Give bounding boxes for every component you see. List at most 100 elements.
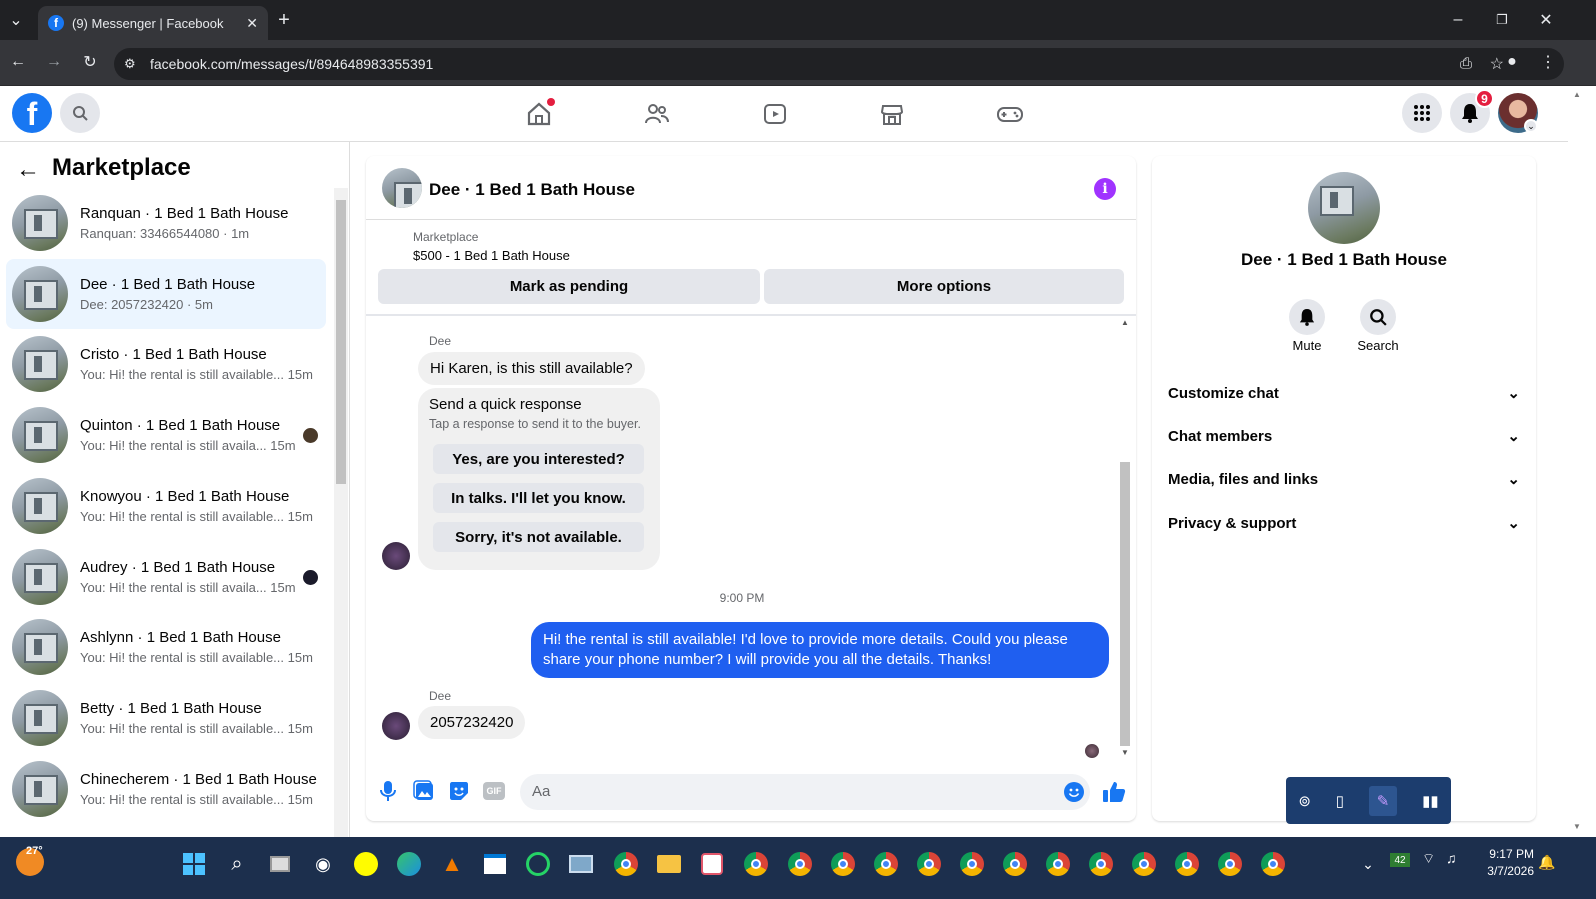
menu-button[interactable] — [1402, 93, 1442, 133]
chrome-icon[interactable] — [612, 850, 640, 878]
more-options-button[interactable]: More options — [764, 269, 1124, 304]
quick-reply-yes[interactable]: Yes, are you interested? — [433, 444, 644, 474]
conversation-item[interactable]: Knowyou · 1 Bed 1 Bath House You: Hi! the… — [6, 471, 326, 541]
privacy-support-section[interactable]: Privacy & support ⌄ — [1168, 503, 1520, 543]
conversation-item[interactable]: Ranquan · 1 Bed 1 Bath House Ranquan: 334… — [6, 188, 326, 258]
store-icon[interactable] — [481, 850, 509, 878]
quick-reply-in-talks[interactable]: In talks. I'll let you know. — [433, 483, 644, 513]
capture-icon[interactable]: ⊚ — [1298, 792, 1311, 810]
conversation-item[interactable]: Ashlynn · 1 Bed 1 Bath House You: Hi! the… — [6, 612, 326, 682]
clock-date[interactable]: 3/7/2026 — [1470, 864, 1534, 878]
conversation-item[interactable]: Quinton · 1 Bed 1 Bath House You: Hi! the… — [6, 400, 326, 470]
tab-list-icon[interactable]: ⌄ — [4, 8, 28, 32]
snapchat-icon[interactable] — [352, 850, 380, 878]
chrome-icon[interactable] — [1259, 850, 1287, 878]
chat-title[interactable]: Dee · 1 Bed 1 Bath House — [429, 180, 635, 200]
whatsapp-icon[interactable] — [524, 850, 552, 878]
edge-icon[interactable] — [395, 850, 423, 878]
nav-friends[interactable] — [601, 86, 713, 142]
conversation-item[interactable]: Chinecherem · 1 Bed 1 Bath House You: Hi!… — [6, 754, 326, 824]
message-input[interactable]: Aa — [520, 774, 1090, 810]
nav-gaming[interactable] — [954, 86, 1066, 142]
chat-scroll-up-icon[interactable]: ▲ — [1121, 318, 1129, 327]
volume-icon[interactable]: ♫ — [1446, 850, 1457, 866]
thumbs-up-icon[interactable] — [1102, 780, 1126, 804]
start-icon[interactable] — [180, 850, 208, 878]
chat-scrollbar[interactable]: ▲ ▼ — [1118, 316, 1132, 762]
quick-reply-not-available[interactable]: Sorry, it's not available. — [433, 522, 644, 552]
chrome-icon[interactable] — [1173, 850, 1201, 878]
conversation-item[interactable]: Betty · 1 Bed 1 Bath House You: Hi! the r… — [6, 683, 326, 753]
chrome-icon[interactable] — [958, 850, 986, 878]
message-bubble-outgoing[interactable]: Hi! the rental is still available! I'd l… — [531, 622, 1109, 678]
file-explorer-icon[interactable] — [655, 850, 683, 878]
notification-bell-icon[interactable]: 🔔 — [1538, 854, 1555, 871]
task-view-icon[interactable] — [266, 850, 294, 878]
url-field[interactable]: ⚙ facebook.com/messages/t/89464898335539… — [114, 48, 1564, 80]
pen-icon[interactable]: ✎ — [1368, 785, 1398, 816]
conversation-item[interactable]: Dee · 1 Bed 1 Bath House Dee: 2057232420 … — [6, 258, 326, 329]
chrome-menu-icon[interactable]: ⋮ — [1536, 50, 1560, 74]
window-close-icon[interactable]: ✕ — [1534, 8, 1558, 32]
chat-scrollbar-thumb[interactable] — [1120, 462, 1130, 746]
info-icon[interactable]: i — [1094, 178, 1116, 200]
facebook-logo-icon[interactable]: f — [12, 93, 52, 133]
new-tab-icon[interactable]: + — [272, 8, 296, 32]
message-bubble-incoming[interactable]: 2057232420 — [418, 706, 526, 739]
notifications-button[interactable]: 9 — [1450, 89, 1494, 133]
back-arrow-icon[interactable]: ← — [16, 156, 40, 184]
emoji-icon[interactable] — [1064, 782, 1084, 802]
profile-icon[interactable]: ● — [1500, 50, 1524, 74]
chrome-icon[interactable] — [742, 850, 770, 878]
chrome-icon[interactable] — [915, 850, 943, 878]
page-scrollbar[interactable]: ▲ ▼ — [1568, 86, 1596, 837]
site-info-icon[interactable]: ⚙ — [124, 56, 136, 72]
sender-avatar[interactable] — [382, 542, 410, 570]
browser-tab[interactable]: f (9) Messenger | Facebook ✕ — [38, 6, 268, 40]
chat-scroll-down-icon[interactable]: ▼ — [1121, 748, 1129, 757]
tray-overflow-icon[interactable]: ⌄ — [1354, 850, 1382, 878]
search-in-chat-button[interactable] — [1360, 299, 1396, 335]
account-avatar[interactable]: ⌄ — [1498, 93, 1538, 133]
chrome-icon[interactable] — [1044, 850, 1072, 878]
chat-header-avatar[interactable] — [382, 168, 422, 208]
chrome-icon[interactable] — [829, 850, 857, 878]
mark-pending-button[interactable]: Mark as pending — [378, 269, 760, 304]
app-icon[interactable] — [698, 850, 726, 878]
chat-members-section[interactable]: Chat members ⌄ — [1168, 416, 1520, 456]
list-scrollbar-thumb[interactable] — [336, 200, 346, 484]
media-files-links-section[interactable]: Media, files and links ⌄ — [1168, 459, 1520, 499]
chrome-icon[interactable] — [1001, 850, 1029, 878]
vlc-icon[interactable]: ▲ — [438, 850, 466, 878]
chrome-icon[interactable] — [1216, 850, 1244, 878]
restore-icon[interactable]: ❐ — [1490, 8, 1514, 32]
close-tab-icon[interactable]: ✕ — [246, 15, 258, 32]
sticker-icon[interactable] — [448, 780, 470, 802]
info-avatar[interactable] — [1308, 172, 1380, 244]
wifi-icon[interactable]: ⌔ — [1422, 850, 1435, 868]
forward-icon[interactable]: → — [42, 50, 66, 74]
message-bubble-incoming[interactable]: Hi Karen, is this still available? — [418, 352, 645, 385]
battery-icon[interactable]: 42 — [1390, 853, 1410, 867]
chrome-icon[interactable] — [1087, 850, 1115, 878]
conversation-item[interactable]: Cristo · 1 Bed 1 Bath House You: Hi! the … — [6, 329, 326, 399]
photo-icon[interactable] — [413, 780, 435, 802]
scroll-up-icon[interactable]: ▲ — [1573, 90, 1581, 99]
clock-time[interactable]: 9:17 PM — [1470, 847, 1534, 861]
reload-icon[interactable]: ↻ — [78, 50, 102, 74]
chrome-icon[interactable] — [786, 850, 814, 878]
mute-button[interactable] — [1289, 299, 1325, 335]
taskbar-search-icon[interactable]: ⌕ — [223, 850, 251, 878]
monitor-app-icon[interactable] — [567, 850, 595, 878]
search-button[interactable] — [60, 93, 100, 133]
gif-icon[interactable]: GIF — [483, 782, 505, 800]
customize-chat-section[interactable]: Customize chat ⌄ — [1168, 373, 1520, 413]
scroll-down-icon[interactable]: ▼ — [1573, 822, 1581, 831]
clipboard-icon[interactable]: ▯ — [1336, 792, 1344, 810]
conversation-item[interactable]: Audrey · 1 Bed 1 Bath House You: Hi! the … — [6, 542, 326, 612]
chrome-icon[interactable] — [872, 850, 900, 878]
install-app-icon[interactable]: ⎙ — [1460, 55, 1472, 72]
mic-icon[interactable] — [378, 780, 398, 802]
back-icon[interactable]: ← — [6, 50, 30, 74]
nav-home[interactable] — [483, 86, 595, 142]
